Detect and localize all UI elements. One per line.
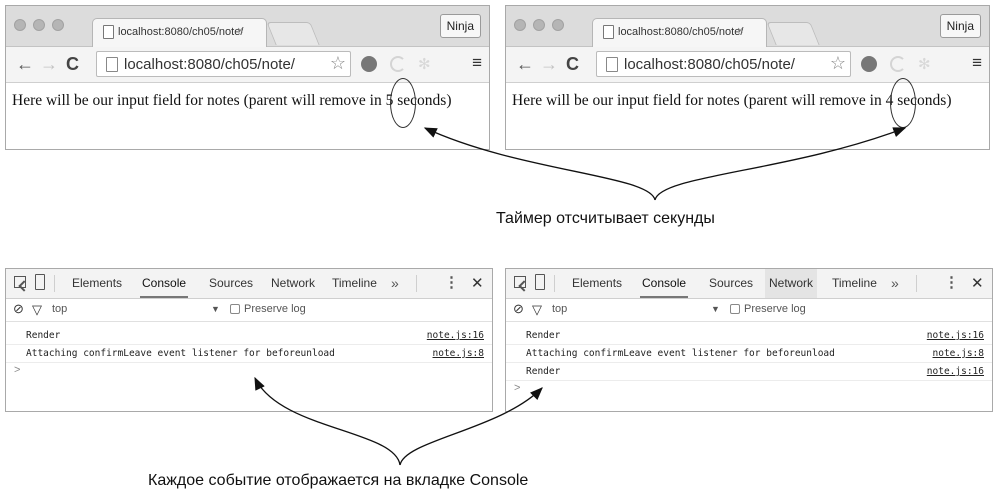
console-arrow-right: [399, 387, 543, 466]
console-arrow-left: [254, 376, 401, 466]
timer-arrow-left: [423, 127, 656, 201]
timer-arrow-right: [654, 127, 907, 201]
timer-caption: Таймер отсчитывает секунды: [496, 210, 715, 227]
console-caption: Каждое событие отображается на вкладке C…: [148, 472, 529, 489]
annotation-arrows: [254, 127, 907, 466]
